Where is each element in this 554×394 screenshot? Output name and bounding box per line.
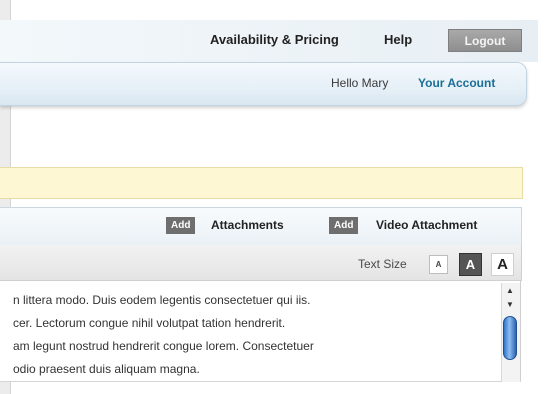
text-size-large-button[interactable]: A (491, 253, 514, 276)
text-size-medium-button[interactable]: A (459, 253, 482, 276)
add-attachment-button[interactable]: Add (166, 217, 196, 234)
content-line: am legunt nostrud hendrerit congue lorem… (13, 339, 314, 353)
content-line: cer. Lectorum congue nihil volutpat tati… (13, 316, 286, 330)
logout-button[interactable]: Logout (448, 29, 522, 52)
user-greeting: Hello Mary (331, 76, 389, 90)
video-attachment-label[interactable]: Video Attachment (376, 218, 477, 232)
scroll-down-arrow-icon[interactable]: ▼ (503, 300, 517, 310)
attachments-label[interactable]: Attachments (211, 218, 284, 232)
add-video-attachment-button[interactable]: Add (329, 217, 359, 234)
message-text-area[interactable]: n littera modo. Duis eodem legentis cons… (0, 281, 521, 382)
text-size-small-button[interactable]: A (429, 255, 448, 274)
page: Availability & Pricing Help Logout Hello… (0, 0, 554, 394)
right-window-edge (540, 0, 554, 394)
text-size-label: Text Size (358, 257, 407, 271)
content-line: odio praesent duis aliquam magna. (13, 362, 200, 376)
availability-pricing-link[interactable]: Availability & Pricing (210, 32, 339, 47)
notice-bar (0, 167, 523, 199)
scroll-up-arrow-icon[interactable]: ▲ (503, 285, 517, 297)
scrollbar-thumb[interactable] (503, 316, 517, 360)
your-account-link[interactable]: Your Account (418, 76, 495, 90)
help-link[interactable]: Help (384, 32, 412, 47)
content-bottom-border (0, 381, 521, 382)
content-line: n littera modo. Duis eodem legentis cons… (13, 293, 311, 307)
